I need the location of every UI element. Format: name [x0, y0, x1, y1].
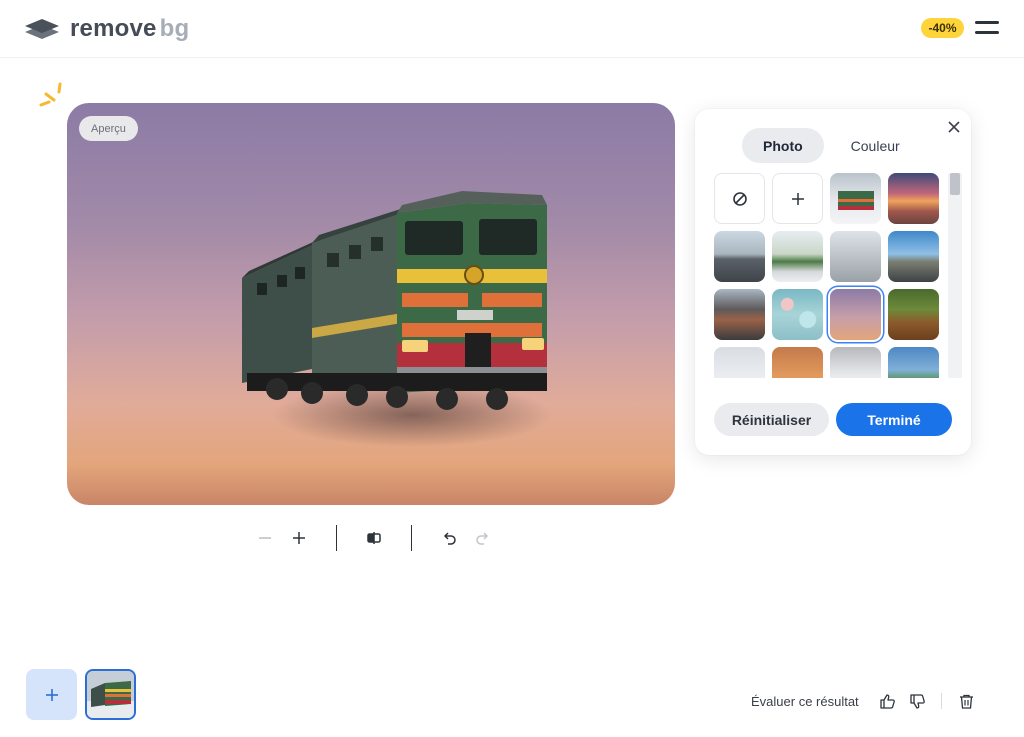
logo[interactable]: remove bg: [24, 14, 189, 44]
background-thumb-train[interactable]: [830, 173, 881, 224]
none-icon: [732, 191, 747, 206]
undo-icon[interactable]: [432, 524, 466, 552]
zoom-out-icon[interactable]: [248, 524, 282, 552]
background-thumb-green-valley[interactable]: [888, 347, 939, 378]
preview-badge: Aperçu: [79, 116, 138, 141]
logo-word-remove: remove: [70, 15, 157, 42]
thumbs-down-icon[interactable]: [903, 690, 933, 712]
background-thumb-desert-road[interactable]: [714, 289, 765, 340]
zoom-in-icon[interactable]: [282, 524, 316, 552]
tab-photo[interactable]: Photo: [742, 128, 824, 163]
background-thumb-mountain-road[interactable]: [888, 231, 939, 282]
image-thumbnail[interactable]: [85, 669, 136, 720]
thumbs-up-icon[interactable]: [873, 690, 903, 712]
toolbar-divider: [411, 525, 412, 551]
panel-tabs: Photo Couleur: [742, 128, 921, 163]
no-background-button[interactable]: [714, 173, 765, 224]
upload-background-button[interactable]: [772, 173, 823, 224]
stacked-layers-icon: [25, 19, 59, 39]
close-icon[interactable]: [946, 119, 962, 135]
rating-divider: [940, 693, 942, 709]
discount-badge[interactable]: -40%: [921, 18, 964, 38]
background-thumb-city-street[interactable]: [714, 231, 765, 282]
rate-label: Évaluer ce résultat: [751, 693, 859, 709]
background-thumb-sunset-beach[interactable]: [888, 173, 939, 224]
reset-button[interactable]: Réinitialiser: [714, 403, 829, 436]
tab-couleur[interactable]: Couleur: [830, 128, 921, 163]
toolbar-divider: [336, 525, 337, 551]
logo-text: remove bg: [70, 15, 189, 43]
sparkle-icon: [39, 82, 62, 107]
background-grid: [714, 173, 940, 378]
background-thumb-concrete-wall[interactable]: [830, 231, 881, 282]
background-thumb-trees-street[interactable]: [772, 231, 823, 282]
grid-scrollbar[interactable]: [948, 173, 962, 378]
background-thumb-white-interior[interactable]: [830, 347, 881, 378]
background-panel: Photo Couleur Réinitialiser Terminé: [695, 109, 971, 455]
image-preview: Aperçu: [67, 103, 675, 505]
plus-icon: [791, 192, 804, 205]
background-thumb-desert-sunset[interactable]: [772, 347, 823, 378]
logo-word-bg: bg: [159, 15, 190, 42]
compare-icon[interactable]: [357, 524, 391, 552]
trash-icon[interactable]: [952, 690, 982, 712]
top-bar: remove bg -40%: [0, 0, 1024, 58]
preview-toolbar: [248, 524, 500, 552]
train-subject-image: [242, 191, 552, 447]
background-thumb-bokeh[interactable]: [772, 289, 823, 340]
background-thumb-cloudy-field[interactable]: [714, 347, 765, 378]
background-thumb-purple-gradient[interactable]: [830, 289, 881, 340]
background-thumb-forest-leaves[interactable]: [888, 289, 939, 340]
plus-icon: [45, 688, 58, 701]
rating-bar: Évaluer ce résultat: [751, 690, 982, 712]
hamburger-menu-icon[interactable]: [975, 20, 999, 36]
redo-icon[interactable]: [466, 524, 500, 552]
done-button[interactable]: Terminé: [836, 403, 952, 436]
grid-scrollbar-thumb[interactable]: [950, 173, 960, 195]
add-image-button[interactable]: [26, 669, 77, 720]
